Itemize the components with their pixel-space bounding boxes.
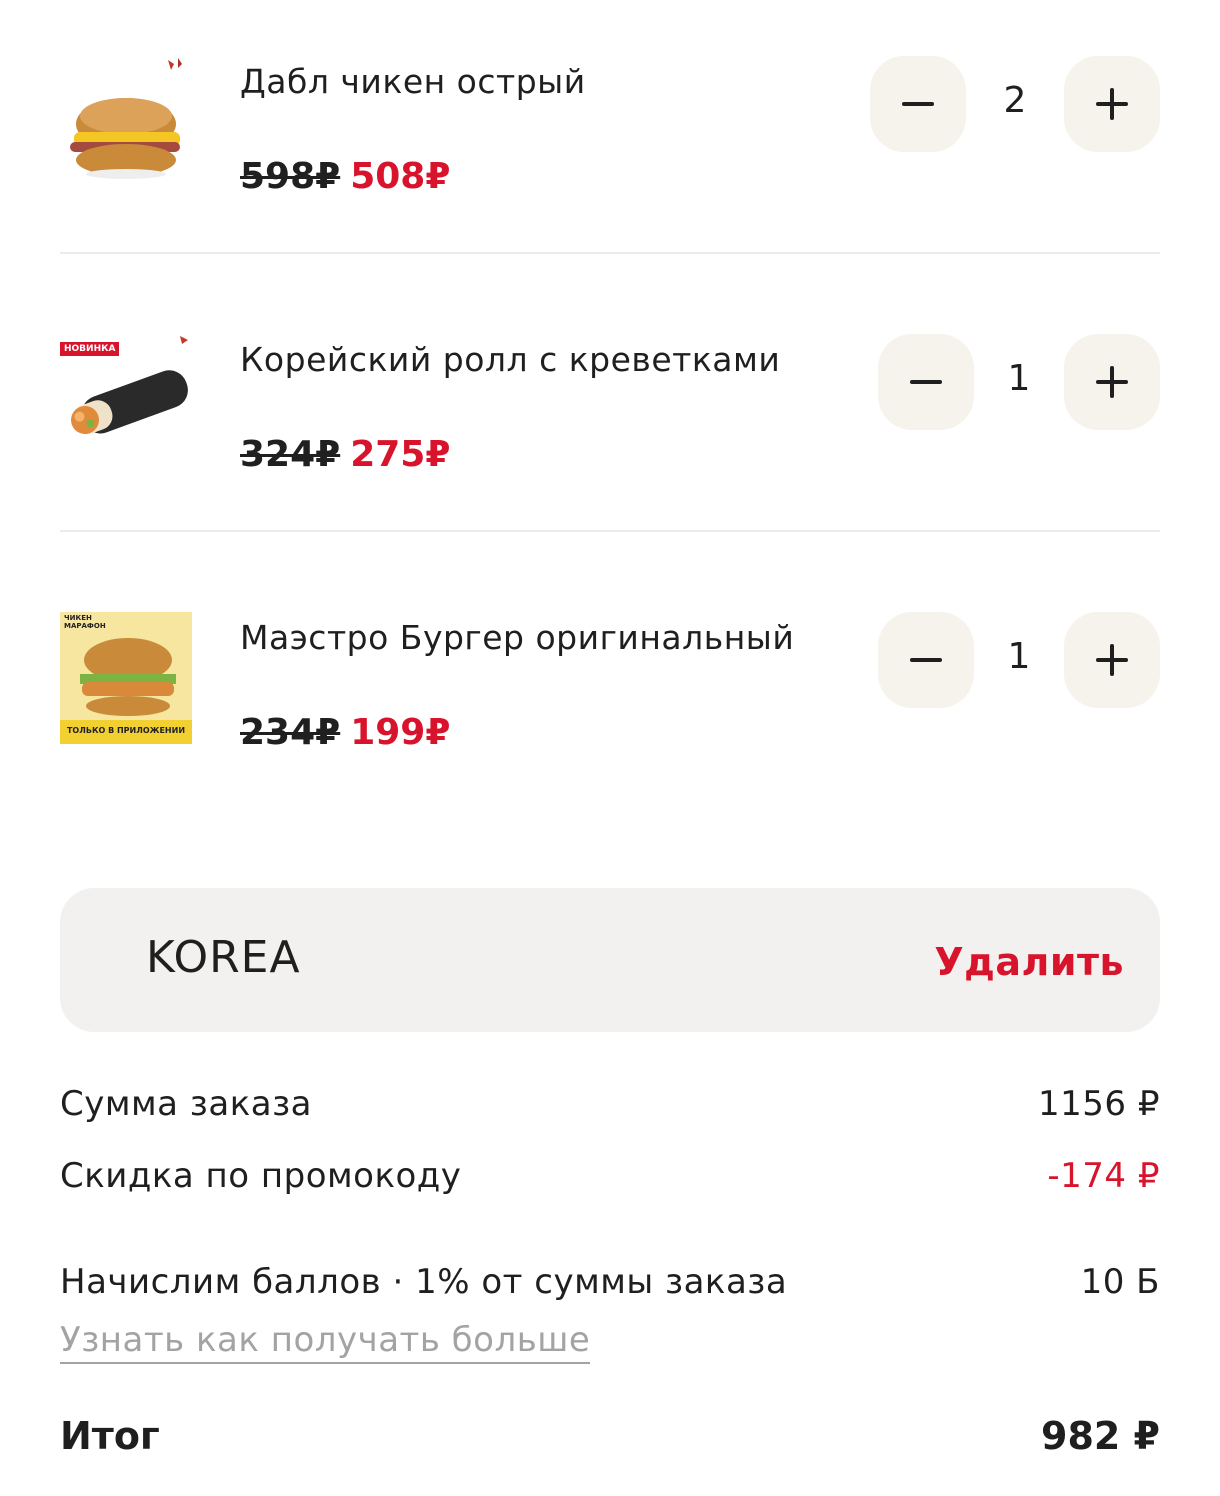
minus-icon: [902, 102, 934, 106]
quantity-value: 1: [1007, 636, 1031, 677]
increase-button[interactable]: [1064, 612, 1160, 708]
discount-value: -174 ₽: [1047, 1156, 1160, 1196]
total-value: 982 ₽: [1041, 1414, 1160, 1458]
product-image-maestro-burger: ЧИКЕН МАРАФОН ТОЛЬКО В ПРИЛОЖЕНИИ: [60, 612, 192, 744]
promo-code-box: KOREA Удалить: [60, 888, 1160, 1032]
new-price: 508₽: [350, 156, 451, 197]
quantity-value: 2: [1003, 80, 1027, 121]
product-name: Корейский ролл с креветками: [240, 340, 781, 379]
old-price: 598₽: [240, 156, 341, 197]
product-name: Маэстро Бургер оригинальный: [240, 618, 795, 657]
remove-promo-button[interactable]: Удалить: [934, 940, 1124, 984]
decrease-button[interactable]: [878, 334, 974, 430]
decrease-button[interactable]: [878, 612, 974, 708]
product-name: Дабл чикен острый: [240, 62, 586, 101]
promo-label-top: ЧИКЕН МАРАФОН: [64, 614, 106, 630]
cart-item: Дабл чикен острый 598₽ 508₽ 2: [60, 56, 1160, 256]
points-row: Начислим баллов · 1% от суммы заказа 10 …: [60, 1262, 1160, 1302]
order-sum-value: 1156 ₽: [1038, 1084, 1160, 1124]
old-price: 234₽: [240, 712, 341, 753]
discount-row: Скидка по промокоду -174 ₽: [60, 1156, 1160, 1196]
increase-button[interactable]: [1064, 56, 1160, 152]
order-sum-label: Сумма заказа: [60, 1084, 313, 1124]
cart-item: ЧИКЕН МАРАФОН ТОЛЬКО В ПРИЛОЖЕНИИ Маэстр…: [60, 612, 1160, 812]
product-image-double-chicken: [60, 56, 192, 188]
quantity-stepper: 1: [878, 612, 1160, 708]
quantity-stepper: 2: [870, 56, 1160, 152]
new-price: 275₽: [350, 434, 451, 475]
promo-label-bottom: ТОЛЬКО В ПРИЛОЖЕНИИ: [66, 726, 186, 735]
quantity-stepper: 1: [878, 334, 1160, 430]
order-sum-row: Сумма заказа 1156 ₽: [60, 1084, 1160, 1124]
product-price: 234₽ 199₽: [240, 712, 450, 753]
total-row: Итог 982 ₽: [60, 1414, 1160, 1458]
divider: [60, 530, 1160, 532]
new-price: 199₽: [350, 712, 451, 753]
points-label: Начислим баллов · 1% от суммы заказа: [60, 1262, 788, 1302]
promo-code-value: KOREA: [146, 932, 301, 983]
minus-icon: [910, 658, 942, 662]
increase-button[interactable]: [1064, 334, 1160, 430]
divider: [60, 252, 1160, 254]
product-price: 324₽ 275₽: [240, 434, 450, 475]
decrease-button[interactable]: [870, 56, 966, 152]
total-label: Итог: [60, 1414, 160, 1458]
minus-icon: [910, 380, 942, 384]
discount-label: Скидка по промокоду: [60, 1156, 462, 1196]
learn-more-link[interactable]: Узнать как получать больше: [60, 1320, 591, 1364]
quantity-value: 1: [1007, 358, 1031, 399]
new-badge: НОВИНКА: [60, 342, 120, 356]
product-price: 598₽ 508₽: [240, 156, 450, 197]
old-price: 324₽: [240, 434, 341, 475]
cart-item: НОВИНКА Корейский ролл с креветками 324₽…: [60, 334, 1160, 534]
points-value: 10 Б: [1080, 1262, 1160, 1302]
product-image-korean-roll: НОВИНКА: [60, 334, 192, 466]
